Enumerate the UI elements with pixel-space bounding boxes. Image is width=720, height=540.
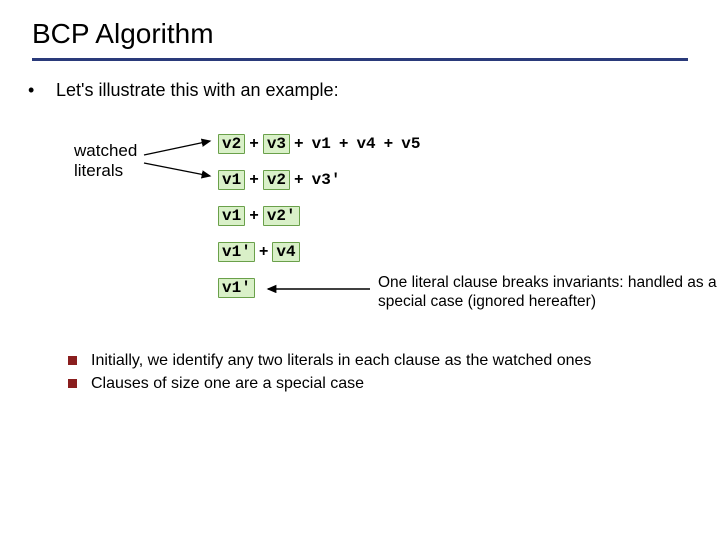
- watched-line2: literals: [74, 161, 123, 180]
- watched-literals-label: watched literals: [74, 141, 137, 181]
- footnote-1: Initially, we identify any two literals …: [68, 351, 692, 370]
- diagram: watched literals v2 + v3 + v1 + v4 +: [38, 129, 692, 339]
- clause-3: v1 + v2': [218, 201, 424, 231]
- plus-op: +: [245, 171, 263, 189]
- lit-watched: v2: [263, 170, 290, 190]
- lit-watched: v2: [218, 134, 245, 154]
- lit: v5: [397, 134, 424, 154]
- clause-2: v1 + v2 + v3': [218, 165, 424, 195]
- lit: v4: [352, 134, 379, 154]
- square-bullet-icon: [68, 356, 77, 365]
- plus-op: +: [290, 135, 308, 153]
- lit-watched: v3: [263, 134, 290, 154]
- watched-line1: watched: [74, 141, 137, 160]
- plus-op: +: [380, 135, 398, 153]
- slide-title: BCP Algorithm: [0, 0, 720, 58]
- plus-op: +: [290, 171, 308, 189]
- footnotes: Initially, we identify any two literals …: [28, 351, 692, 393]
- footnote-text: Clauses of size one are a special case: [91, 374, 364, 393]
- lit-watched: v1: [218, 206, 245, 226]
- annotation-text: One literal clause breaks invariants: ha…: [378, 273, 718, 311]
- footnote-text: Initially, we identify any two literals …: [91, 351, 591, 370]
- lit: v3': [308, 170, 345, 190]
- lit-watched: v4: [272, 242, 299, 262]
- slide-content: • Let's illustrate this with an example:…: [0, 61, 720, 393]
- square-bullet-icon: [68, 379, 77, 388]
- lit-watched: v1': [218, 242, 255, 262]
- lit: v1: [308, 134, 335, 154]
- clause-1: v2 + v3 + v1 + v4 + v5: [218, 129, 424, 159]
- intro-text: Let's illustrate this with an example:: [56, 79, 339, 101]
- lit-watched: v1: [218, 170, 245, 190]
- lit-watched: v2': [263, 206, 300, 226]
- clause-4: v1' + v4: [218, 237, 424, 267]
- bullet-marker: •: [28, 79, 56, 101]
- plus-op: +: [245, 135, 263, 153]
- plus-op: +: [335, 135, 353, 153]
- footnote-2: Clauses of size one are a special case: [68, 374, 692, 393]
- plus-op: +: [255, 243, 273, 261]
- lit-watched: v1': [218, 278, 255, 298]
- plus-op: +: [245, 207, 263, 225]
- intro-bullet: • Let's illustrate this with an example:: [28, 79, 692, 101]
